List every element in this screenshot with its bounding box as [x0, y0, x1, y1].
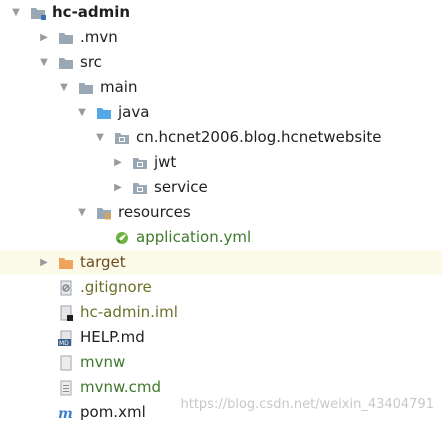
tree-item-help-md[interactable]: ▶ MD HELP.md	[0, 325, 442, 350]
excluded-folder-icon	[58, 255, 74, 271]
chevron-down-icon[interactable]: ▼	[76, 100, 88, 125]
tree-item-gitignore[interactable]: ▶ .gitignore	[0, 275, 442, 300]
resources-folder-icon	[96, 205, 112, 221]
project-tree: ▼ hc-admin ▶ .mvn ▼ src ▼ main ▼ java ▼ …	[0, 0, 442, 425]
tree-item-src[interactable]: ▼ src	[0, 50, 442, 75]
tree-item-resources[interactable]: ▼ resources	[0, 200, 442, 225]
source-folder-icon	[96, 105, 112, 121]
tree-item-label: src	[80, 53, 102, 71]
chevron-right-icon[interactable]: ▶	[38, 250, 50, 275]
tree-item-service[interactable]: ▶ service	[0, 175, 442, 200]
folder-icon	[58, 30, 74, 46]
tree-item-label: hc-admin.iml	[80, 303, 178, 321]
chevron-down-icon[interactable]: ▼	[10, 0, 22, 25]
tree-item-label: java	[118, 103, 150, 121]
tree-item-iml[interactable]: ▶ hc-admin.iml	[0, 300, 442, 325]
tree-item-label: .mvn	[80, 28, 118, 46]
module-folder-icon	[30, 5, 46, 21]
chevron-down-icon[interactable]: ▼	[58, 75, 70, 100]
module-file-icon	[58, 305, 74, 321]
chevron-down-icon[interactable]: ▼	[76, 200, 88, 225]
package-icon	[114, 130, 130, 146]
tree-item-main[interactable]: ▼ main	[0, 75, 442, 100]
chevron-right-icon[interactable]: ▶	[112, 175, 124, 200]
tree-item-label: pom.xml	[80, 403, 146, 421]
folder-icon	[78, 80, 94, 96]
tree-item-label: main	[100, 78, 138, 96]
package-icon	[132, 180, 148, 196]
tree-item-label: mvnw.cmd	[80, 378, 162, 396]
tree-item-label: hc-admin	[52, 3, 131, 21]
tree-item-label: .gitignore	[80, 278, 152, 296]
tree-item-label: cn.hcnet2006.blog.hcnetwebsite	[136, 128, 382, 146]
tree-item-label: service	[154, 178, 208, 196]
tree-item-application-yml[interactable]: ▶ application.yml	[0, 225, 442, 250]
file-icon	[58, 355, 74, 371]
package-icon	[132, 155, 148, 171]
tree-item-jwt[interactable]: ▶ jwt	[0, 150, 442, 175]
ignore-file-icon	[58, 280, 74, 296]
maven-file-icon: m	[58, 405, 74, 421]
tree-item-label: application.yml	[136, 228, 252, 246]
tree-item-label: HELP.md	[80, 328, 145, 346]
tree-item-mvn[interactable]: ▶ .mvn	[0, 25, 442, 50]
text-file-icon	[58, 380, 74, 396]
tree-item-label: jwt	[154, 153, 177, 171]
svg-text:m: m	[58, 406, 73, 421]
folder-icon	[58, 55, 74, 71]
tree-item-label: resources	[118, 203, 191, 221]
tree-item-package[interactable]: ▼ cn.hcnet2006.blog.hcnetwebsite	[0, 125, 442, 150]
tree-item-target[interactable]: ▶ target	[0, 250, 442, 275]
chevron-right-icon[interactable]: ▶	[38, 25, 50, 50]
tree-item-label: target	[80, 253, 126, 271]
tree-item-hc-admin[interactable]: ▼ hc-admin	[0, 0, 442, 25]
tree-item-label: mvnw	[80, 353, 126, 371]
markdown-file-icon: MD	[58, 330, 74, 346]
chevron-right-icon[interactable]: ▶	[112, 150, 124, 175]
chevron-down-icon[interactable]: ▼	[94, 125, 106, 150]
tree-item-mvnw[interactable]: ▶ mvnw	[0, 350, 442, 375]
spring-yml-icon	[114, 230, 130, 246]
chevron-down-icon[interactable]: ▼	[38, 50, 50, 75]
watermark: https://blog.csdn.net/weixin_43404791	[180, 397, 434, 412]
svg-text:MD: MD	[59, 340, 69, 346]
tree-item-java[interactable]: ▼ java	[0, 100, 442, 125]
